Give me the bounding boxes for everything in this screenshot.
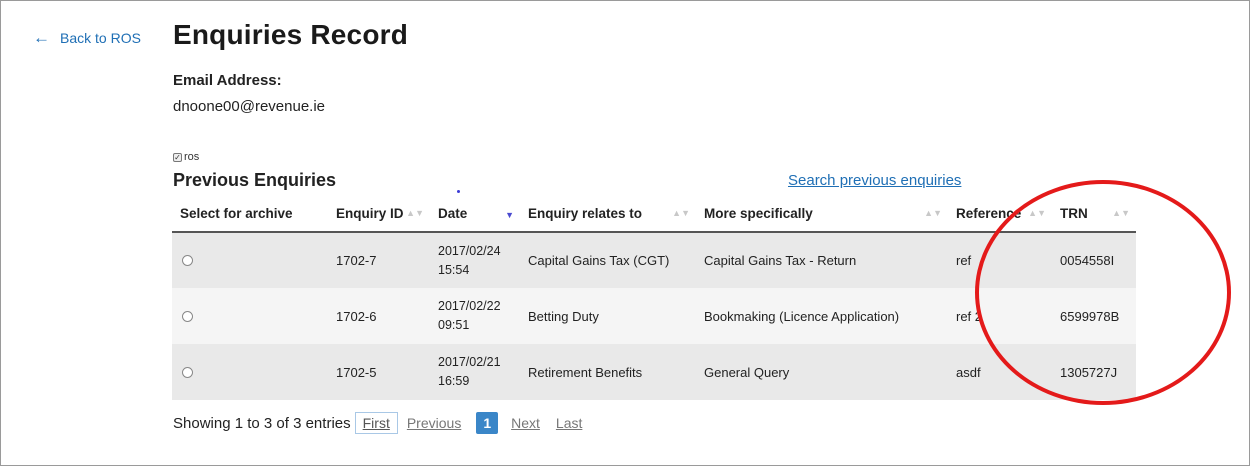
page-title: Enquiries Record <box>173 19 409 50</box>
more-specifically-cell: General Query <box>704 364 790 380</box>
reference-cell: ref 2 <box>956 308 983 324</box>
sort-icon: ▲▼ <box>1112 208 1130 218</box>
table-header-row: Select for archive Enquiry ID ▲▼ Date ▼ … <box>172 196 1136 233</box>
relates-to-cell: Retirement Benefits <box>528 364 643 380</box>
stray-dot <box>457 190 460 193</box>
back-to-ros-label: Back to ROS <box>60 30 141 46</box>
pagination: Showing 1 to 3 of 3 entries First Previo… <box>173 412 591 434</box>
checkmark-icon: ✓ <box>173 152 182 162</box>
sort-desc-icon: ▼ <box>505 210 514 220</box>
sort-icon: ▲▼ <box>406 208 424 218</box>
table-row: 1702-5 2017/02/21 16:59 Retirement Benefi… <box>172 344 1136 400</box>
enquiry-id-cell: 1702-6 <box>336 308 377 324</box>
reference-cell: asdf <box>956 364 981 380</box>
sort-icon: ▲▼ <box>1028 208 1046 218</box>
relates-to-cell: Capital Gains Tax (CGT) <box>528 253 670 268</box>
enquiries-table: Select for archive Enquiry ID ▲▼ Date ▼ … <box>172 196 1136 400</box>
back-to-ros-link[interactable]: ← Back to ROS <box>33 28 141 48</box>
enquiry-id-cell: 1702-7 <box>336 253 377 268</box>
email-address-value: dnoone00@revenue.ie <box>173 98 326 115</box>
more-specifically-cell: Capital Gains Tax - Return <box>704 253 857 268</box>
email-address-label: Email Address: <box>173 72 282 89</box>
relates-to-cell: Betting Duty <box>528 308 599 324</box>
col-header-date[interactable]: Date ▼ <box>430 196 520 233</box>
ros-filter-checkbox[interactable]: ✓ ros <box>173 151 199 163</box>
ros-filter-label: ros <box>184 151 200 163</box>
first-page-button[interactable]: First <box>354 412 398 434</box>
enquiry-id-cell: 1702-5 <box>336 364 377 380</box>
date-cell: 2017/02/22 09:51 <box>438 299 501 332</box>
col-header-enquiry-id[interactable]: Enquiry ID ▲▼ <box>328 196 430 233</box>
archive-checkbox[interactable] <box>182 255 193 266</box>
archive-checkbox[interactable] <box>182 366 193 378</box>
entries-info: Showing 1 to 3 of 3 entries <box>173 414 351 432</box>
page-1-button[interactable]: 1 <box>476 412 499 434</box>
previous-page-button[interactable]: Previous <box>400 413 468 433</box>
date-cell: 2017/02/21 16:59 <box>438 355 501 388</box>
next-page-button[interactable]: Next <box>504 413 547 433</box>
search-previous-enquiries-link[interactable]: Search previous enquiries <box>788 172 961 189</box>
sort-icon: ▲▼ <box>672 208 690 218</box>
col-header-enquiry-relates-to[interactable]: Enquiry relates to ▲▼ <box>520 196 696 233</box>
sort-icon: ▲▼ <box>924 208 942 218</box>
arrow-left-icon: ← <box>33 28 50 47</box>
archive-checkbox[interactable] <box>182 310 193 322</box>
table-row: 1702-6 2017/02/22 09:51 Betting Duty Book… <box>172 288 1136 344</box>
reference-cell: ref <box>956 253 972 268</box>
col-header-trn[interactable]: TRN ▲▼ <box>1052 196 1136 233</box>
date-cell: 2017/02/24 15:54 <box>438 243 501 277</box>
more-specifically-cell: Bookmaking (Licence Application) <box>704 308 900 324</box>
table-row: 1702-7 2017/02/24 15:54 Capital Gains Tax… <box>172 232 1136 288</box>
col-header-more-specifically[interactable]: More specifically ▲▼ <box>696 196 948 233</box>
trn-cell: 0054558I <box>1060 253 1115 268</box>
trn-cell: 6599978B <box>1060 308 1120 324</box>
last-page-button[interactable]: Last <box>549 413 589 433</box>
col-header-reference[interactable]: Reference ▲▼ <box>948 196 1052 233</box>
col-header-select[interactable]: Select for archive <box>172 196 328 233</box>
previous-enquiries-heading: Previous Enquiries <box>173 170 337 190</box>
trn-cell: 1305727J <box>1060 364 1118 380</box>
